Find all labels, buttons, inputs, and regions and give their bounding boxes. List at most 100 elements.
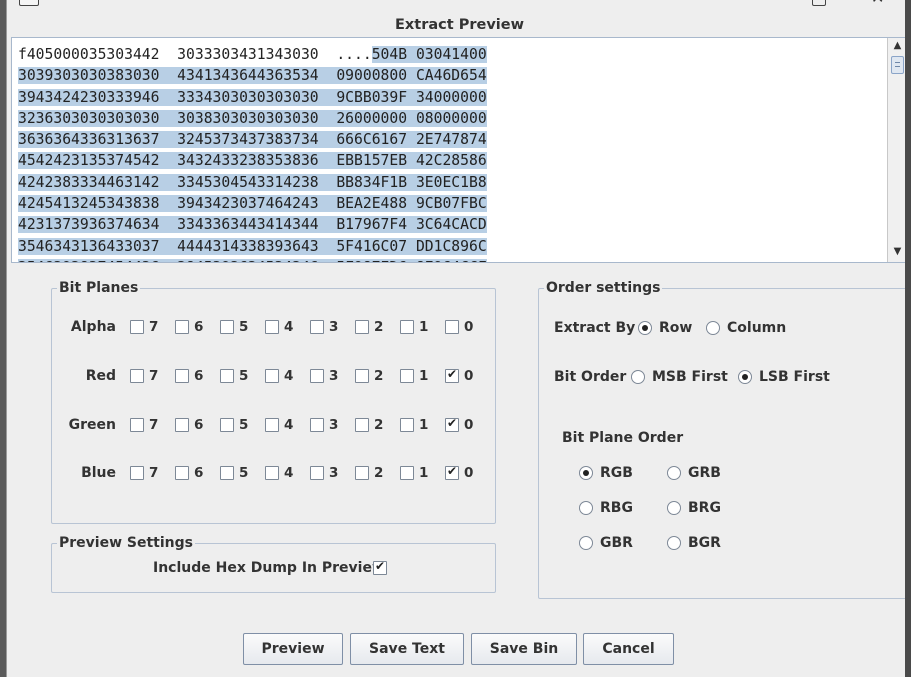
- bit-number-label: 7: [149, 319, 159, 335]
- bit-number-label: 7: [149, 368, 159, 384]
- hex-line: 4242383334463142 3345304543314238 BB834F…: [18, 172, 487, 193]
- msb-first-radio[interactable]: [631, 370, 645, 384]
- bit-number-label: 7: [149, 465, 159, 481]
- bit-number-label: 0: [464, 319, 474, 335]
- include-hex-dump-checkbox[interactable]: [373, 559, 387, 575]
- alpha-bit-6-checkbox[interactable]: [175, 320, 189, 334]
- lsb-first-label: LSB First: [759, 369, 830, 385]
- alpha-bit-1-checkbox[interactable]: [400, 320, 414, 334]
- blue-bit-7-checkbox[interactable]: [130, 466, 144, 480]
- plane-order-bgr-radio[interactable]: [667, 536, 681, 550]
- hex-segment: BEA2E488: [336, 195, 408, 213]
- red-bit-3-checkbox[interactable]: [310, 369, 324, 383]
- vertical-scrollbar[interactable]: ▲ ▼: [887, 38, 907, 262]
- alpha-bit-5-checkbox[interactable]: [220, 320, 234, 334]
- hex-dump-lines: f405000035303442 3033303431343030 ....50…: [18, 44, 487, 262]
- hex-preview-textarea[interactable]: f405000035303442 3033303431343030 ....50…: [11, 37, 908, 263]
- plane-order-bgr-label: BGR: [688, 535, 721, 551]
- blue-bit-4-checkbox[interactable]: [265, 466, 279, 480]
- window-title: Extract Preview: [395, 17, 524, 33]
- bit-number-label: 2: [374, 368, 384, 384]
- preview-button[interactable]: Preview: [243, 633, 343, 665]
- bit-plane-row-label-blue: Blue: [81, 465, 116, 481]
- plane-order-rbg-radio[interactable]: [579, 501, 593, 515]
- blue-bit-2-checkbox[interactable]: [355, 466, 369, 480]
- green-bit-6-checkbox[interactable]: [175, 418, 189, 432]
- order-settings-group: Order settings Extract By Row Column Bit…: [538, 280, 907, 599]
- blue-bit-1-checkbox[interactable]: [400, 466, 414, 480]
- save-bin-button[interactable]: Save Bin: [471, 633, 577, 665]
- plane-order-gbr-label: GBR: [600, 535, 633, 551]
- bit-plane-row-label-green: Green: [68, 417, 116, 433]
- hex-segment: 08000000: [415, 109, 487, 127]
- hex-segment: 4245413245343838: [18, 195, 160, 213]
- extract-by-column-radio[interactable]: [706, 321, 720, 335]
- extract-by-row-label: Row: [659, 320, 693, 336]
- blue-bit-6-checkbox[interactable]: [175, 466, 189, 480]
- hex-segment: 3546393837454436: [18, 259, 159, 262]
- bit-number-label: 3: [329, 465, 339, 481]
- blue-bit-3-checkbox[interactable]: [310, 466, 324, 480]
- red-bit-2-checkbox[interactable]: [355, 369, 369, 383]
- green-bit-2-checkbox[interactable]: [355, 418, 369, 432]
- order-settings-title: Order settings: [544, 280, 663, 296]
- close-icon[interactable]: ✕: [871, 0, 887, 6]
- lsb-first-radio[interactable]: [738, 370, 752, 384]
- hex-segment: 9CB07FBC: [415, 195, 487, 213]
- bit-number-label: 1: [419, 465, 429, 481]
- hex-segment: 4242383334463142: [18, 173, 160, 191]
- hex-segment: EBB157EB: [336, 152, 408, 170]
- alpha-bit-4-checkbox[interactable]: [265, 320, 279, 334]
- alpha-bit-3-checkbox[interactable]: [310, 320, 324, 334]
- hex-segment: 5F987ED6: [336, 259, 407, 262]
- blue-bit-5-checkbox[interactable]: [220, 466, 234, 480]
- red-bit-0-checkbox[interactable]: [445, 367, 459, 383]
- alpha-bit-7-checkbox[interactable]: [130, 320, 144, 334]
- scroll-up-icon[interactable]: ▲: [890, 38, 905, 54]
- scrollbar-thumb[interactable]: [891, 56, 904, 74]
- hex-segment: 3C64CACD: [415, 216, 487, 234]
- red-bit-5-checkbox[interactable]: [220, 369, 234, 383]
- alpha-bit-0-checkbox[interactable]: [445, 320, 459, 334]
- extract-by-column-label: Column: [727, 320, 787, 336]
- plane-order-gbr-radio[interactable]: [579, 536, 593, 550]
- plane-order-grb-radio[interactable]: [667, 466, 681, 480]
- green-bit-7-checkbox[interactable]: [130, 418, 144, 432]
- bit-number-label: 6: [194, 417, 204, 433]
- hex-line: 3943424230333946 3334303030303030 9CBB03…: [18, 87, 487, 108]
- hex-line: 4542423135374542 3432433238353836 EBB157…: [18, 150, 487, 171]
- hex-segment: 666C6167: [336, 131, 408, 149]
- red-bit-7-checkbox[interactable]: [130, 369, 144, 383]
- msb-first-label: MSB First: [652, 369, 728, 385]
- green-bit-3-checkbox[interactable]: [310, 418, 324, 432]
- scroll-down-icon[interactable]: ▼: [890, 244, 905, 260]
- hex-segment: 3636364336313637: [18, 131, 160, 149]
- alpha-bit-2-checkbox[interactable]: [355, 320, 369, 334]
- cancel-button[interactable]: Cancel: [583, 633, 674, 665]
- extract-by-row-radio[interactable]: [638, 321, 652, 335]
- plane-order-brg-radio[interactable]: [667, 501, 681, 515]
- red-bit-1-checkbox[interactable]: [400, 369, 414, 383]
- bit-number-label: 2: [374, 417, 384, 433]
- hex-segment: B17967F4: [336, 216, 408, 234]
- hex-segment: 3845393634534346: [177, 259, 318, 262]
- bit-number-label: 3: [329, 368, 339, 384]
- maximize-icon[interactable]: [812, 0, 826, 6]
- blue-bit-0-checkbox[interactable]: [445, 464, 459, 480]
- green-bit-1-checkbox[interactable]: [400, 418, 414, 432]
- bit-number-label: 7: [149, 417, 159, 433]
- hex-segment: 34000000: [415, 88, 487, 106]
- plane-order-rgb-radio[interactable]: [579, 466, 593, 480]
- green-bit-4-checkbox[interactable]: [265, 418, 279, 432]
- app-icon: [19, 0, 39, 6]
- hex-segment: 09000800: [336, 67, 408, 85]
- red-bit-6-checkbox[interactable]: [175, 369, 189, 383]
- include-hex-dump-label: Include Hex Dump In Preview: [153, 560, 385, 576]
- hex-line: 3039303030383030 4341343644363534 090008…: [18, 65, 487, 86]
- red-bit-4-checkbox[interactable]: [265, 369, 279, 383]
- save-text-button[interactable]: Save Text: [350, 633, 464, 665]
- hex-segment: ....: [336, 46, 372, 63]
- bit-number-label: 1: [419, 319, 429, 335]
- green-bit-5-checkbox[interactable]: [220, 418, 234, 432]
- green-bit-0-checkbox[interactable]: [445, 416, 459, 432]
